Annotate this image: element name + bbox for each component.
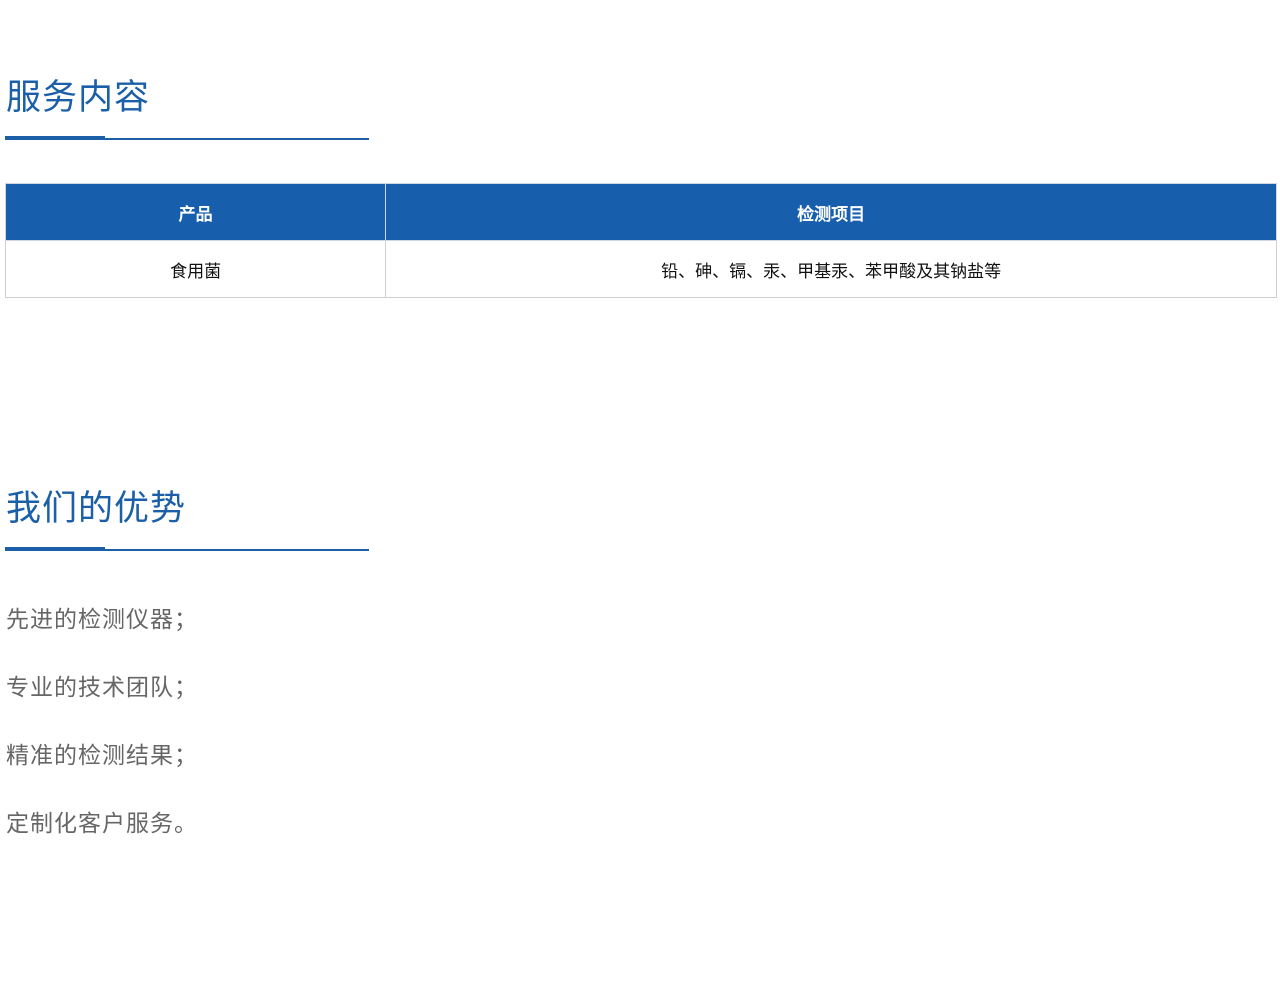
cell-test-items: 铅、砷、镉、汞、甲基汞、苯甲酸及其钠盐等 (385, 240, 1277, 298)
table-row: 食用菌 铅、砷、镉、汞、甲基汞、苯甲酸及其钠盐等 (4, 240, 1277, 298)
divider-accent (5, 136, 105, 140)
advantage-title-divider (5, 547, 369, 551)
divider-accent (5, 547, 105, 551)
list-item: 专业的技术团队； (6, 675, 198, 701)
header-test-items: 检测项目 (385, 183, 1277, 241)
list-item: 精准的检测结果； (6, 743, 198, 769)
service-title-divider (5, 136, 369, 140)
list-item: 先进的检测仪器； (6, 607, 198, 633)
table-header-row: 产品 检测项目 (4, 183, 1277, 241)
list-item: 定制化客户服务。 (6, 811, 198, 837)
service-section-title: 服务内容 (6, 78, 151, 118)
cell-product: 食用菌 (4, 240, 387, 298)
service-table: 产品 检测项目 食用菌 铅、砷、镉、汞、甲基汞、苯甲酸及其钠盐等 (4, 183, 1277, 298)
header-product: 产品 (4, 183, 387, 241)
advantage-section-title: 我们的优势 (6, 489, 187, 529)
advantage-list: 先进的检测仪器； 专业的技术团队； 精准的检测结果； 定制化客户服务。 (6, 600, 198, 872)
